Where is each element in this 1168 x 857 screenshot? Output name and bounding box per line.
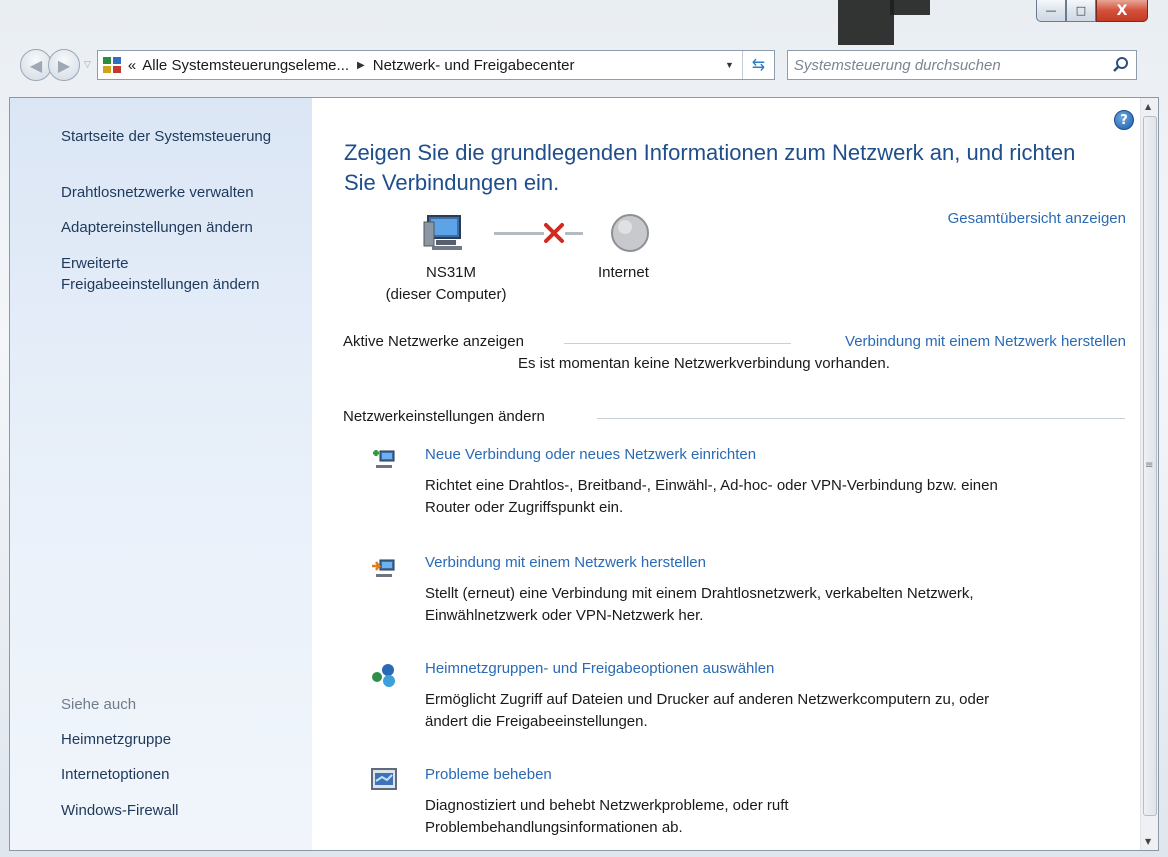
help-icon: ? [1120, 112, 1128, 128]
troubleshoot-icon [371, 768, 397, 790]
internet-label: Internet [598, 264, 649, 281]
navigation-bar: ◀ ▶ ▽ « Alle Systemsteuerungseleme... ▶ … [20, 45, 1158, 85]
task-desc-line: ändert die Freigabeeinstellungen. [425, 713, 648, 730]
client-area: Startseite der Systemsteuerung Drahtlosn… [9, 97, 1159, 851]
task-desc-line: Richtet eine Drahtlos-, Breitband-, Einw… [425, 477, 998, 494]
scroll-grip-icon: ≡ [1145, 460, 1154, 471]
sidebar-link-adapter-settings[interactable]: Adaptereinstellungen ändern [61, 217, 253, 239]
connect-network-icon [372, 559, 395, 577]
task-desc-line: Einwählnetzwerk oder VPN-Netzwerk her. [425, 607, 704, 624]
page-title-line2: Sie Verbindungen ein. [344, 170, 560, 195]
forward-button[interactable]: ▶ [48, 49, 80, 81]
see-also-heading: Siehe auch [61, 696, 137, 713]
glass-background [838, 0, 894, 45]
refresh-icon: ⇆ [751, 57, 766, 74]
task-desc-line: Problembehandlungsinformationen ab. [425, 819, 683, 836]
control-panel-icon [102, 57, 121, 73]
scroll-down-icon[interactable]: ▼ [1145, 837, 1151, 846]
window: — □ X ◀ ▶ ▽ « Alle Systemsteuerungseleme… [0, 0, 1168, 857]
back-arrow-icon: ◀ [29, 55, 43, 75]
change-settings-heading: Netzwerkeinstellungen ändern [343, 408, 545, 425]
vertical-scrollbar[interactable]: ▲ ≡ ▼ [1140, 98, 1158, 850]
computer-subtitle: (dieser Computer) [385, 286, 507, 303]
close-button[interactable]: X [1096, 0, 1148, 22]
address-bar[interactable]: « Alle Systemsteuerungseleme... ▶ Netzwe… [96, 50, 775, 80]
search-input[interactable]: Systemsteuerung durchsuchen [786, 50, 1137, 80]
computer-icon [423, 215, 462, 250]
computer-name: NS31M [426, 264, 477, 281]
search-placeholder: Systemsteuerung durchsuchen [793, 56, 1001, 74]
refresh-button[interactable]: ⇆ [741, 51, 774, 79]
active-networks-heading: Aktive Netzwerke anzeigen [343, 333, 524, 350]
task-homegroup-link[interactable]: Heimnetzgruppen- und Freigabeoptionen au… [425, 660, 774, 677]
breadcrumb-all-control-panel-items[interactable]: Alle Systemsteuerungseleme... [142, 57, 349, 74]
search-icon[interactable] [1112, 56, 1130, 74]
forward-arrow-icon: ▶ [57, 55, 71, 75]
full-map-link[interactable]: Gesamtübersicht anzeigen [948, 210, 1126, 227]
sidebar-link-advanced-sharing-line1[interactable]: Erweiterte [61, 253, 129, 275]
new-connection-icon [373, 450, 395, 468]
maximize-button[interactable]: □ [1066, 0, 1096, 22]
divider [597, 418, 1125, 419]
internet-globe-icon [611, 214, 649, 252]
task-new-connection-link[interactable]: Neue Verbindung oder neues Netzwerk einr… [425, 446, 756, 463]
sidebar-link-internet-options[interactable]: Internetoptionen [61, 764, 169, 786]
page-title: Zeigen Sie die grundlegenden Information… [344, 138, 1134, 198]
page-title-line1: Zeigen Sie die grundlegenden Information… [344, 140, 1076, 165]
task-desc-line: Ermöglicht Zugriff auf Dateien und Druck… [425, 691, 990, 708]
divider [564, 343, 791, 344]
task-desc-line: Stellt (erneut) eine Verbindung mit eine… [425, 585, 974, 602]
glass-background [890, 0, 930, 15]
homegroup-icon [372, 664, 395, 687]
task-connect-network-desc: Stellt (erneut) eine Verbindung mit eine… [425, 583, 1105, 627]
breadcrumb-network-sharing-center[interactable]: Netzwerk- und Freigabecenter [373, 57, 575, 74]
breadcrumb-overflow[interactable]: « [128, 57, 136, 74]
task-troubleshoot-desc: Diagnostiziert und behebt Netzwerkproble… [425, 795, 1105, 839]
task-new-connection-desc: Richtet eine Drahtlos-, Breitband-, Einw… [425, 475, 1105, 519]
connection-line-right [565, 232, 583, 235]
task-troubleshoot-link[interactable]: Probleme beheben [425, 766, 552, 783]
main-content: Zeigen Sie die grundlegenden Information… [312, 98, 1140, 850]
minimize-button[interactable]: — [1036, 0, 1066, 22]
address-dropdown-icon[interactable]: ▼ [725, 60, 734, 70]
no-connection-text: Es ist momentan keine Netzwerkverbindung… [518, 355, 890, 372]
sidebar-link-homegroup[interactable]: Heimnetzgruppe [61, 729, 171, 751]
scroll-up-icon[interactable]: ▲ [1145, 102, 1151, 111]
breadcrumb-separator-icon[interactable]: ▶ [357, 60, 365, 71]
task-homegroup-desc: Ermöglicht Zugriff auf Dateien und Druck… [425, 689, 1105, 733]
disconnected-x-icon [544, 223, 564, 243]
connect-to-network-link[interactable]: Verbindung mit einem Netzwerk herstellen [845, 333, 1126, 350]
task-connect-network-link[interactable]: Verbindung mit einem Netzwerk herstellen [425, 554, 706, 571]
sidebar-link-advanced-sharing-line2[interactable]: Freigabeeinstellungen ändern [61, 274, 259, 296]
connection-line-left [494, 232, 544, 235]
caption-buttons: — □ X [1036, 0, 1148, 30]
task-pane: Startseite der Systemsteuerung Drahtlosn… [10, 98, 312, 850]
recent-pages-dropdown-icon[interactable]: ▽ [84, 60, 91, 70]
help-button[interactable]: ? [1114, 110, 1134, 130]
task-desc-line: Diagnostiziert und behebt Netzwerkproble… [425, 797, 789, 814]
sidebar-link-control-panel-home[interactable]: Startseite der Systemsteuerung [61, 126, 271, 148]
task-desc-line: Router oder Zugriffspunkt ein. [425, 499, 624, 516]
sidebar-link-windows-firewall[interactable]: Windows-Firewall [61, 800, 179, 822]
sidebar-link-manage-wireless[interactable]: Drahtlosnetzwerke verwalten [61, 182, 254, 204]
